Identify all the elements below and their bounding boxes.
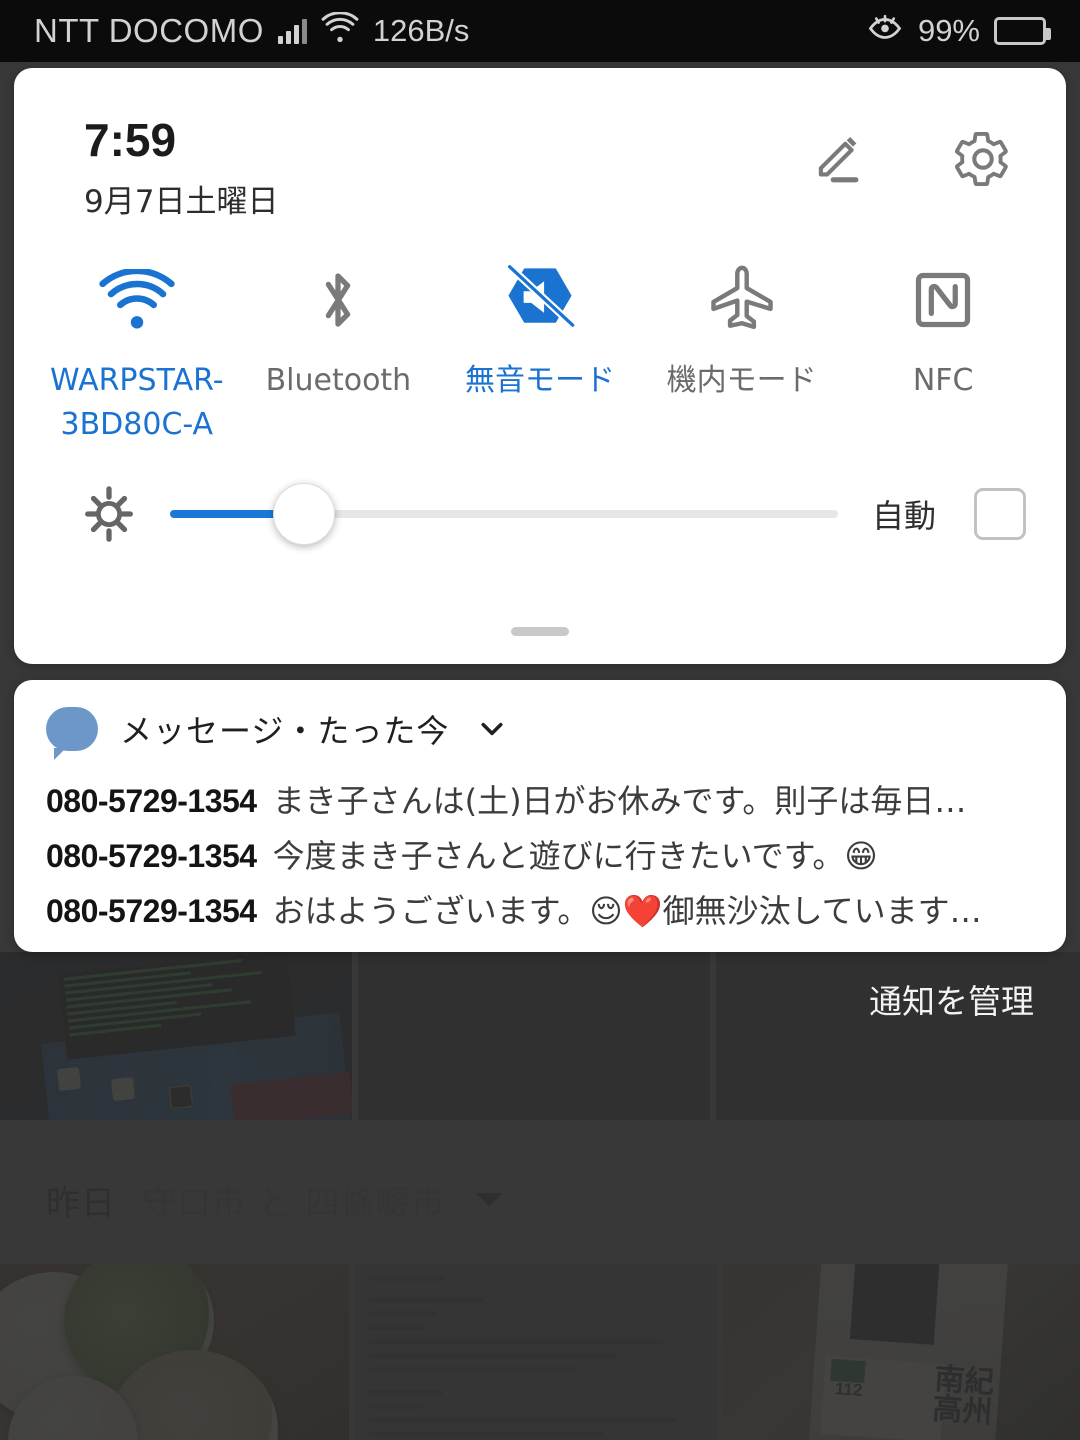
manage-notifications-button[interactable]: 通知を管理	[869, 975, 1034, 1023]
pencil-edit-icon[interactable]	[810, 130, 868, 188]
network-speed-label: 126B/s	[372, 13, 470, 48]
message-sender: 080-5729-1354	[46, 893, 257, 930]
tile-nfc[interactable]: NFC	[845, 263, 1041, 403]
status-bar: NTT DOCOMO 126B/s 99%	[0, 0, 1080, 62]
carrier-label: NTT DOCOMO	[34, 12, 264, 49]
panel-drag-handle[interactable]	[511, 627, 569, 636]
brightness-row: 自動	[14, 446, 1066, 546]
notification-card[interactable]: メッセージ・たった今 080-5729-1354 まき子さんは(土)日がお休みで…	[14, 680, 1066, 952]
wifi-icon	[321, 11, 359, 50]
tile-airplane-mode[interactable]: 機内モード	[644, 263, 840, 403]
message-text: おはようございます。😌❤️御無沙汰しています…	[272, 892, 982, 931]
tile-label-bluetooth: Bluetooth	[265, 363, 412, 399]
message-text: 今度まき子さんと遊びに行きたいです。😁	[272, 837, 878, 876]
auto-brightness-label: 自動	[871, 497, 936, 536]
message-text: まき子さんは(土)日がお休みです。則子は毎日…	[272, 782, 967, 820]
chat-bubble-icon	[46, 707, 98, 760]
tile-label-nfc: NFC	[912, 363, 974, 399]
gear-icon[interactable]	[954, 130, 1012, 188]
auto-brightness-checkbox[interactable]	[974, 488, 1026, 541]
quick-settings-panel: 7:59 9月7日土曜日 WARPSTAR-3BD80C-A Bluetooth…	[14, 68, 1066, 664]
tile-label-wifi: WARPSTAR-3BD80C-A	[50, 363, 224, 442]
notification-message-list: 080-5729-1354 まき子さんは(土)日がお休みです。則子は毎日… 08…	[46, 774, 1034, 939]
phone-screen: 昨日 守口市 と 四條畷市	[0, 0, 1080, 1440]
notification-app-line: メッセージ・たった今	[120, 712, 450, 750]
clock-date[interactable]: 9月7日土曜日	[84, 176, 278, 221]
message-sender: 080-5729-1354	[46, 783, 257, 819]
quick-settings-header: 7:59 9月7日土曜日	[14, 68, 1066, 221]
tile-bluetooth[interactable]: Bluetooth	[240, 263, 436, 403]
signal-bars-icon	[277, 18, 307, 44]
notification-header[interactable]: メッセージ・たった今	[46, 706, 1034, 760]
notification-message-row[interactable]: 080-5729-1354 今度まき子さんと遊びに行きたいです。😁	[46, 829, 1034, 884]
brightness-slider-thumb[interactable]	[272, 483, 335, 546]
tile-label-airplane-mode: 機内モード	[666, 363, 817, 399]
tile-silent-mode[interactable]: 無音モード	[442, 263, 638, 403]
notification-message-row[interactable]: 080-5729-1354 まき子さんは(土)日がお休みです。則子は毎日…	[46, 774, 1034, 829]
bluetooth-icon	[307, 263, 369, 337]
tile-label-silent-mode: 無音モード	[464, 363, 615, 399]
eye-comfort-icon	[866, 11, 904, 51]
mute-icon	[497, 263, 583, 337]
battery-percent-label: 99%	[917, 13, 980, 48]
wifi-icon	[97, 263, 177, 337]
chevron-down-icon[interactable]	[477, 714, 507, 744]
brightness-sun-icon	[80, 485, 138, 543]
brightness-slider[interactable]	[170, 483, 838, 546]
notification-message-row[interactable]: 080-5729-1354 おはようございます。😌❤️御無沙汰しています…	[46, 884, 1034, 939]
tile-wifi[interactable]: WARPSTAR-3BD80C-A	[39, 263, 235, 446]
nfc-icon	[908, 263, 978, 337]
quick-settings-tiles: WARPSTAR-3BD80C-A Bluetooth 無音モード 機内モード …	[14, 221, 1066, 446]
clock-time[interactable]: 7:59	[84, 116, 278, 165]
message-sender: 080-5729-1354	[46, 838, 257, 875]
battery-icon	[994, 17, 1051, 45]
airplane-icon	[702, 263, 782, 337]
